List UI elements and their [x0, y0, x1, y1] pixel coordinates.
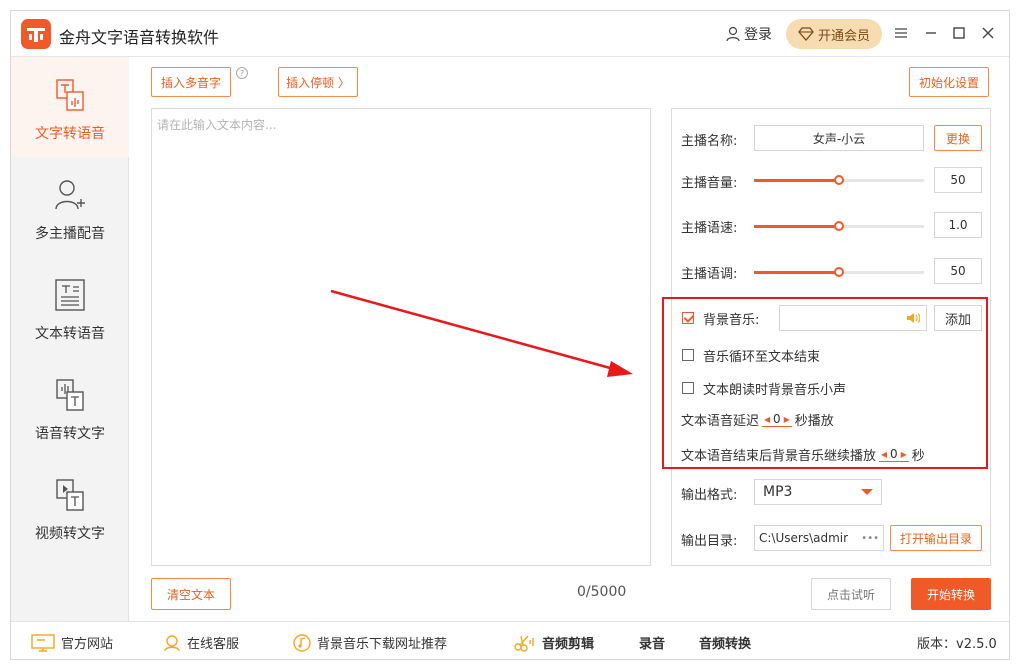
anchor-name-label: 主播名称:: [681, 134, 738, 149]
audio-convert-link[interactable]: 音频转换: [699, 633, 751, 652]
monitor-icon: [31, 633, 55, 652]
audio-cut-label: 音频剪辑: [542, 637, 595, 652]
login-label: 登录: [744, 27, 772, 43]
output-dir-value: C:\Users\admir: [759, 531, 849, 545]
app-logo-icon: [21, 19, 51, 49]
pitch-value-input[interactable]: 50: [934, 258, 982, 284]
login-button[interactable]: 登录: [725, 24, 772, 44]
sidebar-item-speech-to-text[interactable]: 语音转文字: [11, 357, 129, 457]
sidebar-item-multi-anchor[interactable]: 多主播配音: [11, 157, 129, 257]
browse-dir-icon[interactable]: •••: [857, 533, 879, 544]
output-dir-field[interactable]: C:\Users\admir •••: [754, 525, 884, 551]
highlight-box-annotation: [662, 297, 988, 469]
app-window: 金舟文字语音转换软件 登录 开通会员 文字转语音 多主播配音 文本转语音 语音转…: [10, 10, 1010, 660]
customer-service-icon: [164, 634, 180, 651]
maximize-icon[interactable]: [949, 23, 969, 43]
vip-button[interactable]: 开通会员: [786, 19, 882, 49]
change-anchor-button[interactable]: 更换: [934, 125, 982, 151]
speed-value-input[interactable]: 1.0: [934, 212, 982, 238]
online-service-label: 在线客服: [187, 637, 240, 652]
video-to-text-icon: [56, 479, 84, 511]
document-icon: [55, 279, 85, 311]
anchor-name-field: 女声-小云: [754, 125, 924, 151]
close-icon[interactable]: [978, 23, 998, 43]
user-icon: [726, 26, 740, 42]
minimize-icon[interactable]: [921, 23, 941, 43]
sidebar-item-label: 语音转文字: [35, 426, 105, 442]
music-note-icon: [293, 633, 311, 652]
preview-button[interactable]: 点击试听: [811, 578, 891, 610]
pitch-slider[interactable]: [754, 267, 924, 277]
website-label: 官方网站: [61, 637, 114, 652]
sidebar-item-text-to-speech[interactable]: 文字转语音: [11, 57, 129, 157]
dir-label: 输出目录:: [681, 534, 738, 549]
volume-value-input[interactable]: 50: [934, 167, 982, 193]
volume-label: 主播音量:: [681, 176, 738, 191]
footer-bar: 官方网站 在线客服 背景音乐下载网址推荐 音频剪辑 录音 音频转换 版本：v2.…: [11, 621, 1009, 659]
record-link[interactable]: 录音: [639, 633, 665, 652]
voice-to-text-icon: [56, 379, 84, 411]
app-title: 金舟文字语音转换软件: [59, 28, 220, 47]
sidebar-item-document-to-speech[interactable]: 文本转语音: [11, 257, 129, 357]
speed-slider[interactable]: [754, 221, 924, 231]
sidebar-item-label: 文字转语音: [35, 126, 105, 142]
title-bar: 金舟文字语音转换软件 登录 开通会员: [11, 11, 1009, 57]
speed-label: 主播语速:: [681, 221, 738, 236]
red-arrow-annotation: [330, 289, 633, 377]
bgm-recommend-link[interactable]: 背景音乐下载网址推荐: [293, 633, 447, 652]
website-link[interactable]: 官方网站: [31, 633, 113, 652]
insert-pause-button[interactable]: 插入停顿 〉: [278, 67, 358, 97]
pitch-label: 主播语调:: [681, 267, 738, 282]
help-icon[interactable]: ?: [236, 67, 248, 79]
pitch-slider-knob[interactable]: [834, 267, 844, 277]
sidebar-item-video-to-text[interactable]: 视频转文字: [11, 457, 129, 557]
start-convert-button[interactable]: 开始转换: [911, 578, 991, 610]
bgm-recommend-label: 背景音乐下载网址推荐: [317, 637, 448, 652]
menu-icon[interactable]: [891, 23, 911, 43]
format-select[interactable]: MP3: [754, 479, 882, 505]
dropdown-arrow-icon: [861, 489, 873, 495]
volume-slider[interactable]: [754, 175, 924, 185]
version-label: 版本：v2.5.0: [917, 637, 997, 652]
format-label: 输出格式:: [681, 488, 738, 503]
open-output-dir-button[interactable]: 打开输出目录: [890, 525, 982, 551]
char-counter: 0/5000: [577, 584, 627, 600]
sidebar-item-label: 文本转语音: [35, 326, 105, 342]
audio-cut-link[interactable]: 音频剪辑: [514, 633, 594, 652]
text-speech-icon: [56, 79, 84, 111]
scissors-icon: [514, 635, 534, 652]
reset-settings-button[interactable]: 初始化设置: [909, 67, 989, 97]
user-add-icon: [55, 180, 85, 210]
diamond-icon: [798, 27, 814, 41]
text-input-placeholder: 请在此输入文本内容...: [157, 118, 277, 132]
clear-text-button[interactable]: 清空文本: [151, 578, 231, 610]
insert-polyphone-button[interactable]: 插入多音字: [151, 67, 231, 97]
sidebar-item-label: 视频转文字: [35, 526, 105, 542]
speed-slider-knob[interactable]: [834, 221, 844, 231]
volume-slider-knob[interactable]: [834, 175, 844, 185]
vip-label: 开通会员: [817, 28, 870, 44]
sidebar: 文字转语音 多主播配音 文本转语音 语音转文字 视频转文字: [11, 57, 129, 621]
format-value: MP3: [763, 484, 793, 500]
online-service-link[interactable]: 在线客服: [163, 633, 239, 652]
sidebar-item-label: 多主播配音: [35, 226, 105, 242]
